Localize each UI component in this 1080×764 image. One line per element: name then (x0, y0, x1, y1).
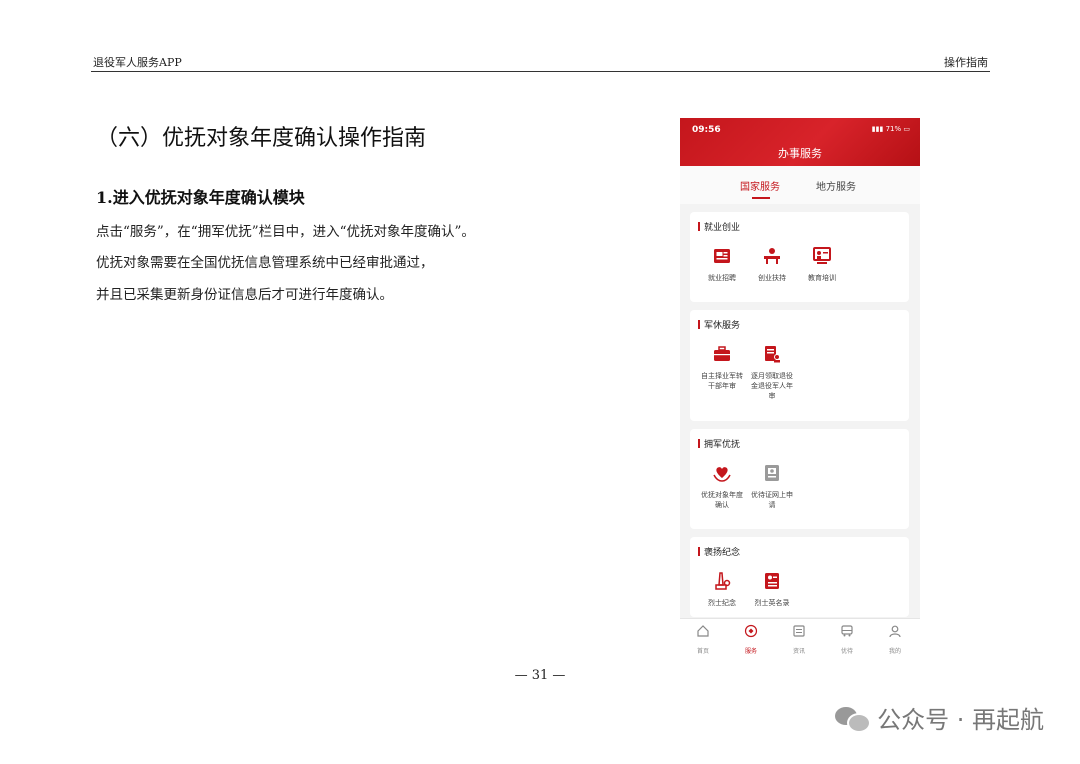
home-icon (697, 625, 709, 637)
service-item-martyr-memorial[interactable]: 烈士纪念 (700, 571, 744, 608)
service-item-martyr-roster[interactable]: 烈士英名录 (750, 571, 794, 608)
section-title: 拥军优抚 (698, 437, 740, 450)
service-item-self-employed-annual-review[interactable]: 自主择业军转干部年审 (700, 344, 744, 391)
section-employment: 就业创业 就业招聘 创业扶持 教育培训 (690, 212, 909, 302)
paragraph-2: 优抚对象需要在全国优抚信息管理系统中已经审批通过， (96, 255, 434, 271)
header-right: 操作指南 (944, 56, 988, 69)
active-tab-indicator (752, 197, 770, 199)
app-title: 办事服务 (778, 147, 822, 160)
section-commemoration: 褒扬纪念 烈士纪念 烈士英名录 (690, 537, 909, 617)
header-left: 退役军人服务APP (93, 56, 182, 69)
signal-icon: ▮▮▮ (871, 125, 884, 133)
section-subtitle: 1.进入优抚对象年度确认模块 (96, 188, 305, 207)
header-rule (91, 71, 990, 72)
desk-person-icon (764, 248, 780, 264)
service-item-monthly-pension-annual-review[interactable]: 逐月领取退役金退役军人年审 (750, 344, 794, 401)
watermark: 公众号 · 再起航 (835, 700, 1044, 735)
news-icon (793, 625, 805, 637)
service-item-annual-confirmation[interactable]: 优抚对象年度确认 (700, 463, 744, 510)
user-icon (889, 625, 901, 638)
battery-level: 71% (885, 125, 902, 133)
nav-benefits[interactable]: 优待 (827, 623, 867, 655)
section-title: 就业创业 (698, 220, 740, 233)
page-title: （六）优抚对象年度确认操作指南 (96, 126, 427, 151)
section-military-support: 拥军优抚 优抚对象年度确认 优待证网上申请 (690, 429, 909, 529)
service-item-preferential-card-application[interactable]: 优待证网上申请 (750, 463, 794, 510)
heart-hands-icon (713, 467, 731, 482)
wechat-icon (835, 705, 872, 733)
paragraph-1: 点击“服务”，在“拥军优抚”栏目中，进入“优抚对象年度确认”。 (96, 224, 475, 240)
section-title: 军休服务 (698, 318, 740, 331)
tab-local-service[interactable]: 地方服务 (816, 178, 856, 193)
document-person-icon (765, 346, 780, 363)
bus-icon (841, 625, 853, 637)
newspaper-icon (714, 249, 730, 263)
phone-screenshot: 09:56 ▮▮▮ 71% ▭ 办事服务 国家服务 地方服务 就业创业 就业招聘… (680, 118, 920, 656)
presentation-board-icon (813, 247, 831, 264)
service-icon (744, 624, 758, 638)
section-retirement-service: 军休服务 自主择业军转干部年审 逐月领取退役金退役军人年审 (690, 310, 909, 421)
id-card-icon (765, 465, 779, 481)
phone-header: 09:56 ▮▮▮ 71% ▭ 办事服务 (680, 118, 920, 166)
monument-icon (715, 572, 731, 590)
bottom-navigation: 首页 服务 资讯 优待 我的 (680, 618, 920, 656)
service-item-education-training[interactable]: 教育培训 (800, 246, 844, 283)
status-bar-right: ▮▮▮ 71% ▭ (872, 125, 910, 133)
service-item-job-recruitment[interactable]: 就业招聘 (700, 246, 744, 283)
service-tabs: 国家服务 地方服务 (680, 166, 920, 204)
battery-icon: ▭ (903, 125, 910, 133)
roster-list-icon (765, 573, 779, 589)
paragraph-3: 并且已采集更新身份证信息后才可进行年度确认。 (96, 287, 393, 303)
status-time: 09:56 (692, 125, 721, 135)
service-item-startup-support[interactable]: 创业扶持 (750, 246, 794, 283)
watermark-text: 公众号 · 再起航 (877, 706, 1044, 734)
page-number: — 31 — (514, 668, 566, 683)
briefcase-icon (714, 346, 730, 361)
nav-mine[interactable]: 我的 (875, 623, 915, 655)
tab-national-service[interactable]: 国家服务 (740, 178, 780, 193)
nav-home[interactable]: 首页 (683, 623, 723, 655)
nav-news[interactable]: 资讯 (779, 623, 819, 655)
nav-service[interactable]: 服务 (731, 623, 771, 655)
section-title: 褒扬纪念 (698, 545, 740, 558)
